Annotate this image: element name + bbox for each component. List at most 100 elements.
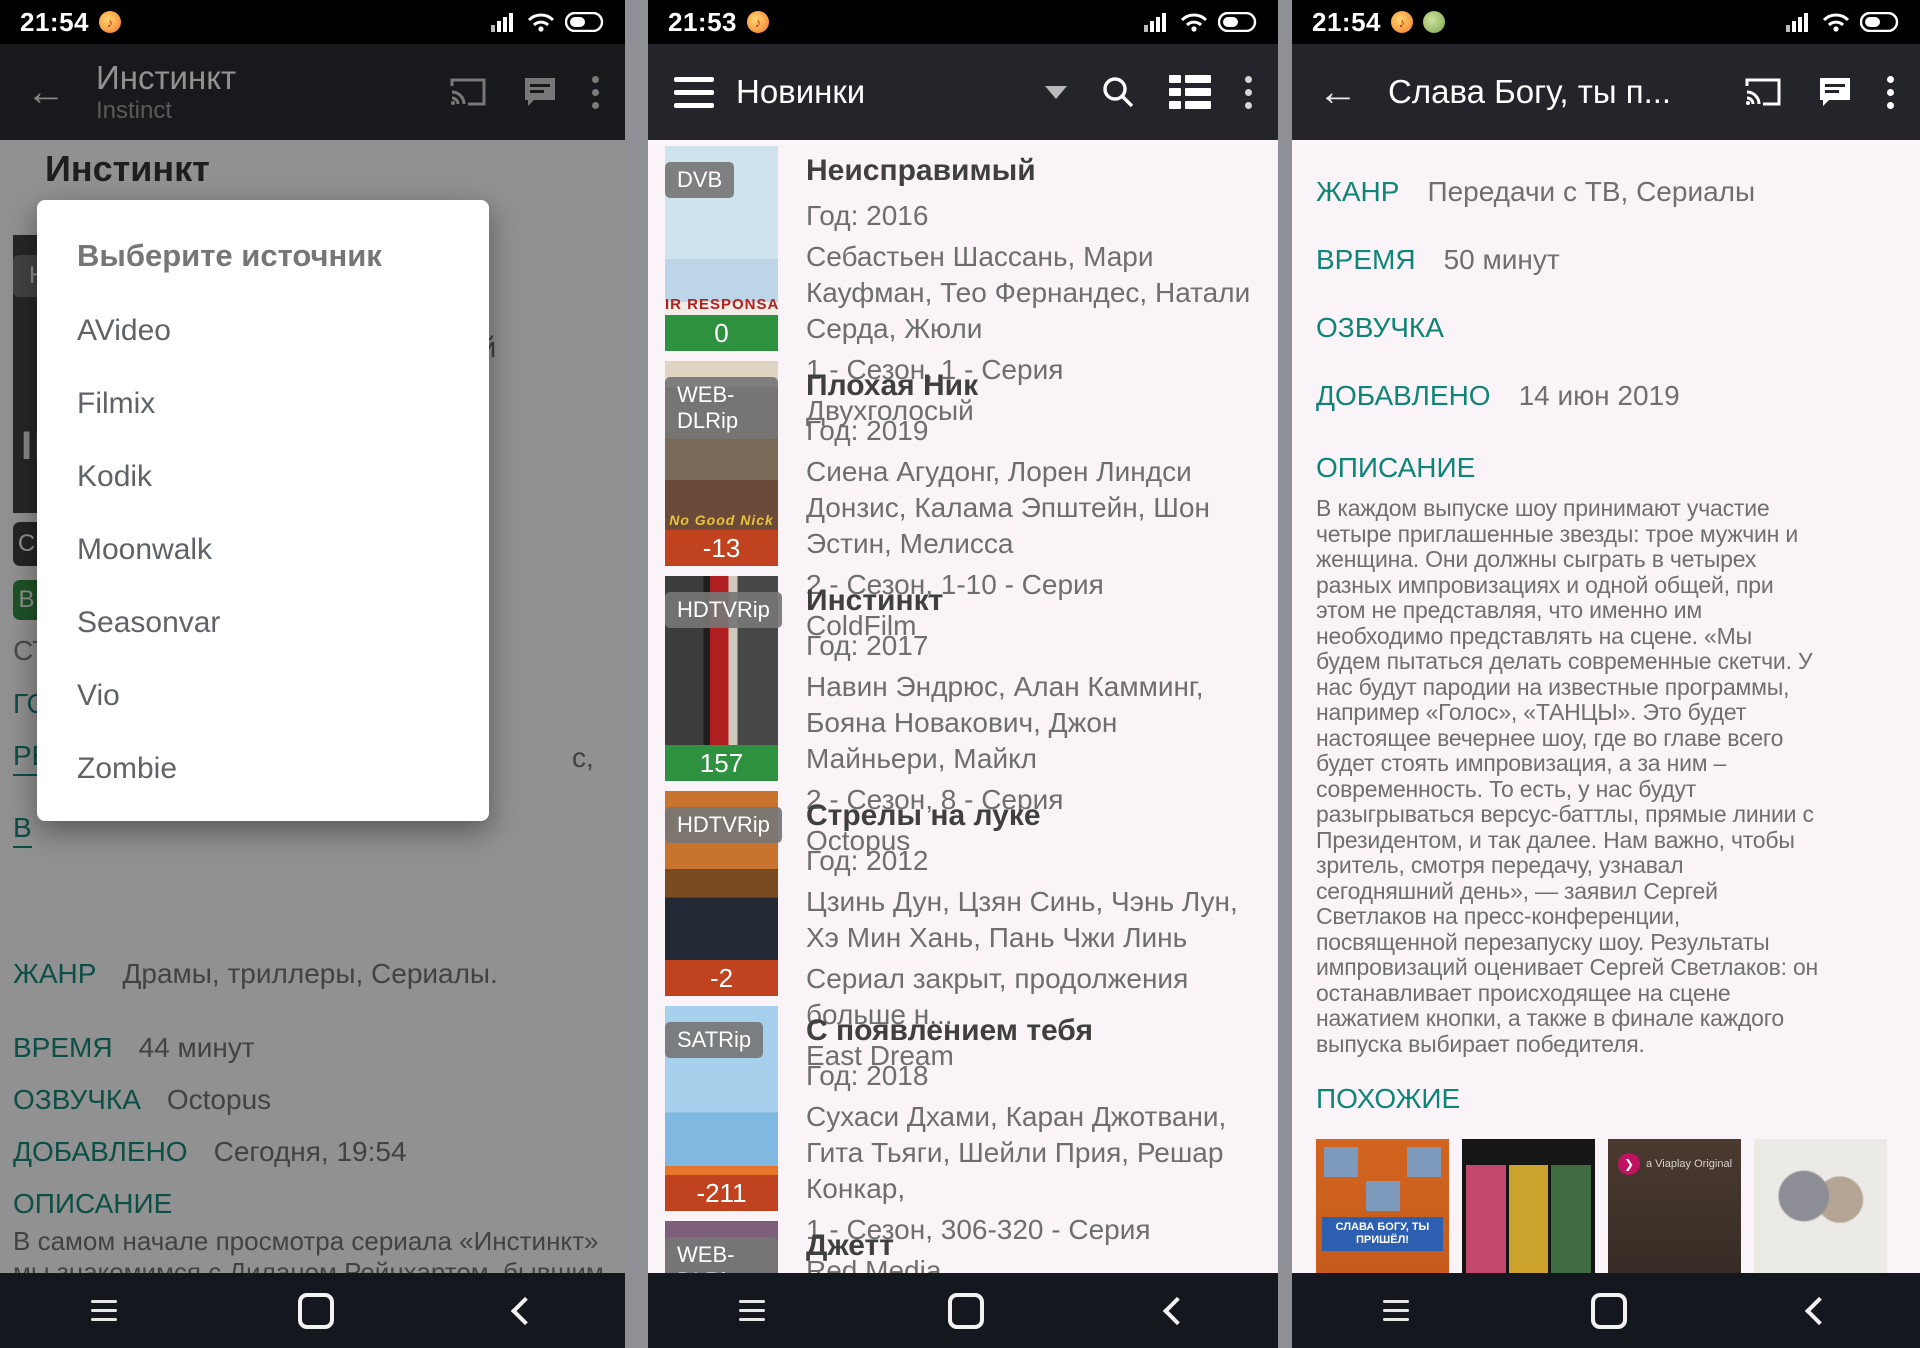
back-nav-icon[interactable] xyxy=(1162,1296,1190,1324)
status-icons xyxy=(1144,12,1258,32)
recents-nav-icon[interactable] xyxy=(91,1300,117,1321)
movie-actors: Себастьен Шассань, Мари Кауфман, Тео Фер… xyxy=(806,239,1258,347)
similar-poster: СЛАВА БОГУ, ТЫ ПРИШЁЛ! xyxy=(1316,1139,1449,1273)
home-nav-icon[interactable] xyxy=(948,1293,984,1329)
movie-year: Год: 2012 xyxy=(806,843,1258,879)
status-icons xyxy=(1786,12,1900,32)
clock: 21:54 xyxy=(20,7,89,38)
home-nav-icon[interactable] xyxy=(1591,1293,1627,1329)
battery-icon xyxy=(1218,12,1258,32)
quality-badge: HDTVRip xyxy=(665,592,782,628)
movie-list: DVB IR RESPONSABLE 0 Неисправимый Год: 2… xyxy=(648,140,1278,1273)
appbar-title: Слава Богу, ты п... xyxy=(1388,73,1671,111)
movie-year: Год: 2016 xyxy=(806,198,1258,234)
list-item[interactable]: HDTVRip -2 Стрелы на луке Год: 2012 Цзин… xyxy=(648,785,1278,1000)
similar-card[interactable]: NOTORIOU Дурная слава xyxy=(1754,1139,1887,1273)
source-option-zombie[interactable]: Zombie xyxy=(37,732,489,805)
quality-badge: HDTVRip xyxy=(665,807,782,843)
music-app-icon: ♪ xyxy=(747,11,769,33)
clock: 21:54 xyxy=(1312,7,1381,38)
music-app-icon: ♪ xyxy=(99,11,121,33)
panel-divider xyxy=(1278,0,1292,1348)
cast-icon[interactable] xyxy=(1743,76,1783,108)
comments-icon[interactable] xyxy=(1817,75,1853,109)
status-bar: 21:54 ♪ xyxy=(1292,0,1920,44)
wifi-icon xyxy=(1822,12,1850,32)
genre-value: Передачи с ТВ, Сериалы xyxy=(1427,176,1755,208)
genre-label: ЖАНР xyxy=(1316,176,1399,208)
app-bar: Новинки xyxy=(648,44,1278,140)
added-value: 14 июн 2019 xyxy=(1519,380,1680,412)
similar-card[interactable]: ❯ a Viaplay Original Пришел, увидел, xyxy=(1608,1139,1741,1273)
back-nav-icon[interactable] xyxy=(1805,1296,1833,1324)
status-bar: 21:54 ♪ xyxy=(0,0,625,44)
duration-value: 50 минут xyxy=(1444,244,1560,276)
triple-screenshot: 21:54 ♪ ← Инстинкт Instinct Ин xyxy=(0,0,1920,1348)
quality-badge: WEB-DLRip xyxy=(665,1237,778,1273)
play-icon: ❯ xyxy=(1618,1153,1640,1175)
search-icon[interactable] xyxy=(1101,75,1135,109)
similar-card[interactable]: СЛАВА БОГУ, ТЫ ПРИШЁЛ! Слава богу, ты пр… xyxy=(1316,1139,1449,1273)
movie-year: Год: 2019 xyxy=(806,413,1258,449)
overflow-menu-icon[interactable] xyxy=(1245,76,1252,109)
similar-label: ПОХОЖИЕ xyxy=(1316,1083,1896,1115)
signal-icon xyxy=(1144,12,1170,32)
similar-poster: NOTORIOU xyxy=(1754,1139,1887,1273)
added-row: ДОБАВЛЕНО 14 июн 2019 xyxy=(1316,380,1896,412)
list-item[interactable]: DVB IR RESPONSABLE 0 Неисправимый Год: 2… xyxy=(648,140,1278,355)
list-item[interactable]: HDTVRip 157 Инстинкт Год: 2017 Навин Энд… xyxy=(648,570,1278,785)
list-item[interactable]: SATRip -211 С появлением тебя Год: 2018 … xyxy=(648,1000,1278,1215)
signal-icon xyxy=(1786,12,1812,32)
movie-poster: HDTVRip 157 xyxy=(665,576,778,781)
poster-art-text: a Viaplay Original xyxy=(1646,1158,1732,1170)
poster-faces-art xyxy=(1466,1165,1591,1273)
back-arrow-icon[interactable]: ← xyxy=(1318,72,1358,112)
phone-right-show-detail: 21:54 ♪ ← Слава Богу, ты п... xyxy=(1292,0,1920,1348)
movie-poster: SATRip -211 xyxy=(665,1006,778,1211)
show-detail-content: ЖАНР Передачи с ТВ, Сериалы ВРЕМЯ 50 мин… xyxy=(1292,140,1920,1273)
duration-row: ВРЕМЯ 50 минут xyxy=(1316,244,1896,276)
android-nav-bar xyxy=(0,1273,625,1348)
home-nav-icon[interactable] xyxy=(298,1293,334,1329)
movie-title: Неисправимый xyxy=(806,154,1258,188)
wifi-icon xyxy=(1180,12,1208,32)
movie-title: Джетт xyxy=(806,1229,894,1263)
poster-art-text: СЛАВА БОГУ, ТЫ ПРИШЁЛ! xyxy=(1322,1217,1443,1251)
source-picker-dialog: Выберите источник AVideo Filmix Kodik Mo… xyxy=(37,200,489,821)
chevron-down-icon[interactable] xyxy=(1045,86,1067,99)
recents-nav-icon[interactable] xyxy=(739,1300,765,1321)
quality-badge: SATRip xyxy=(665,1022,763,1058)
movie-actors: Цзинь Дун, Цзян Синь, Чэнь Лун, Хэ Мин Х… xyxy=(806,884,1258,956)
view-mode-icon[interactable] xyxy=(1169,75,1211,109)
android-nav-bar xyxy=(648,1273,1278,1348)
list-item[interactable]: WEB-DLRip No Good Nick -13 Плохая Ник Го… xyxy=(648,355,1278,570)
poster-collage-tile xyxy=(1366,1181,1400,1211)
voice-row: ОЗВУЧКА xyxy=(1316,312,1896,344)
back-nav-icon[interactable] xyxy=(510,1296,538,1324)
source-option-avideo[interactable]: AVideo xyxy=(37,294,489,367)
quality-badge: WEB-DLRip xyxy=(665,377,778,439)
movie-title: Инстинкт xyxy=(806,584,1258,618)
category-title[interactable]: Новинки xyxy=(736,73,865,111)
app-bar: ← Слава Богу, ты п... xyxy=(1292,44,1920,140)
similar-card[interactable]: FEBRUARY 10 TVone Ещё 15 минут xyxy=(1462,1139,1595,1273)
genre-row: ЖАНР Передачи с ТВ, Сериалы xyxy=(1316,176,1896,208)
rating-count-badge: -211 xyxy=(665,1175,778,1211)
recents-nav-icon[interactable] xyxy=(1383,1300,1409,1321)
movie-poster: WEB-DLRip xyxy=(665,1221,778,1273)
movie-actors: Сиена Агудонг, Лорен Линдси Донзис, Кала… xyxy=(806,454,1258,562)
movie-year: Год: 2018 xyxy=(806,1058,1258,1094)
source-option-filmix[interactable]: Filmix xyxy=(37,367,489,440)
movie-actors: Сухаси Дхами, Каран Джотвани, Гита Тьяги… xyxy=(806,1099,1258,1207)
phone-left-instinct-detail: 21:54 ♪ ← Инстинкт Instinct Ин xyxy=(0,0,625,1348)
clock: 21:53 xyxy=(668,7,737,38)
description-label: ОПИСАНИЕ xyxy=(1316,452,1896,484)
battery-icon xyxy=(1860,12,1900,32)
source-option-moonwalk[interactable]: Moonwalk xyxy=(37,513,489,586)
hamburger-menu-icon[interactable] xyxy=(674,77,714,108)
source-option-vio[interactable]: Vio xyxy=(37,659,489,732)
status-bar: 21:53 ♪ xyxy=(648,0,1278,44)
source-option-kodik[interactable]: Kodik xyxy=(37,440,489,513)
overflow-menu-icon[interactable] xyxy=(1887,76,1894,109)
source-option-seasonvar[interactable]: Seasonvar xyxy=(37,586,489,659)
